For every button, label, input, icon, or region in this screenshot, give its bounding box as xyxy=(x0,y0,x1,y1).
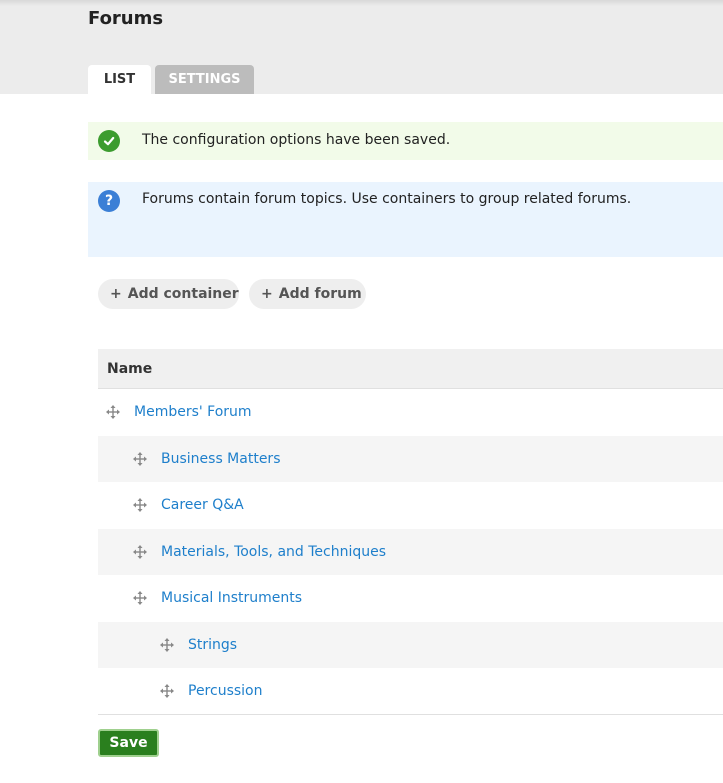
drag-handle-icon[interactable] xyxy=(160,683,174,698)
drag-handle-icon[interactable] xyxy=(106,405,120,420)
plus-icon: + xyxy=(261,286,273,302)
tab-settings[interactable]: Settings xyxy=(155,65,254,94)
add-container-button[interactable]: + Add container xyxy=(98,279,239,309)
drag-handle-icon[interactable] xyxy=(160,637,174,652)
table-row: Musical Instruments xyxy=(98,575,723,622)
status-message-text: The configuration options have been save… xyxy=(142,132,451,148)
table-row: Materials, Tools, and Techniques xyxy=(98,528,723,575)
forum-link[interactable]: Career Q&A xyxy=(161,497,244,513)
add-container-label: Add container xyxy=(127,286,239,302)
status-message: The configuration options have been save… xyxy=(88,122,723,160)
table-body: Members' Forum Business Matters Career Q&A… xyxy=(98,389,723,715)
drag-handle-icon[interactable] xyxy=(133,591,147,606)
table-row: Business Matters xyxy=(98,435,723,482)
add-forum-button[interactable]: + Add forum xyxy=(249,279,366,309)
table-row: Strings xyxy=(98,621,723,668)
forum-link[interactable]: Materials, Tools, and Techniques xyxy=(161,544,386,560)
check-icon xyxy=(98,130,120,152)
drag-handle-icon[interactable] xyxy=(133,451,147,466)
drag-handle-icon[interactable] xyxy=(133,498,147,513)
table-header-name: Name xyxy=(98,349,723,389)
help-message: ? Forums contain forum topics. Use conta… xyxy=(88,182,723,257)
help-message-text: Forums contain forum topics. Use contain… xyxy=(142,191,632,207)
page-title: Forums xyxy=(88,8,164,29)
drag-handle-icon[interactable] xyxy=(133,544,147,559)
forum-link[interactable]: Musical Instruments xyxy=(161,590,302,606)
save-button[interactable]: Save xyxy=(98,729,159,757)
forum-link[interactable]: Business Matters xyxy=(161,451,281,467)
plus-icon: + xyxy=(110,286,122,302)
table-row: Career Q&A xyxy=(98,482,723,529)
forum-link[interactable]: Strings xyxy=(188,637,237,653)
question-icon: ? xyxy=(98,190,120,212)
forum-link[interactable]: Members' Forum xyxy=(134,404,252,420)
page-header: Forums List Settings xyxy=(0,0,723,94)
tab-list[interactable]: List xyxy=(88,65,151,94)
table-row: Members' Forum xyxy=(98,389,723,436)
forum-link[interactable]: Percussion xyxy=(188,683,263,699)
table-row: Percussion xyxy=(98,668,723,715)
forums-table: Name Members' Forum Business Matters Caree… xyxy=(98,349,723,715)
add-forum-label: Add forum xyxy=(278,286,362,302)
